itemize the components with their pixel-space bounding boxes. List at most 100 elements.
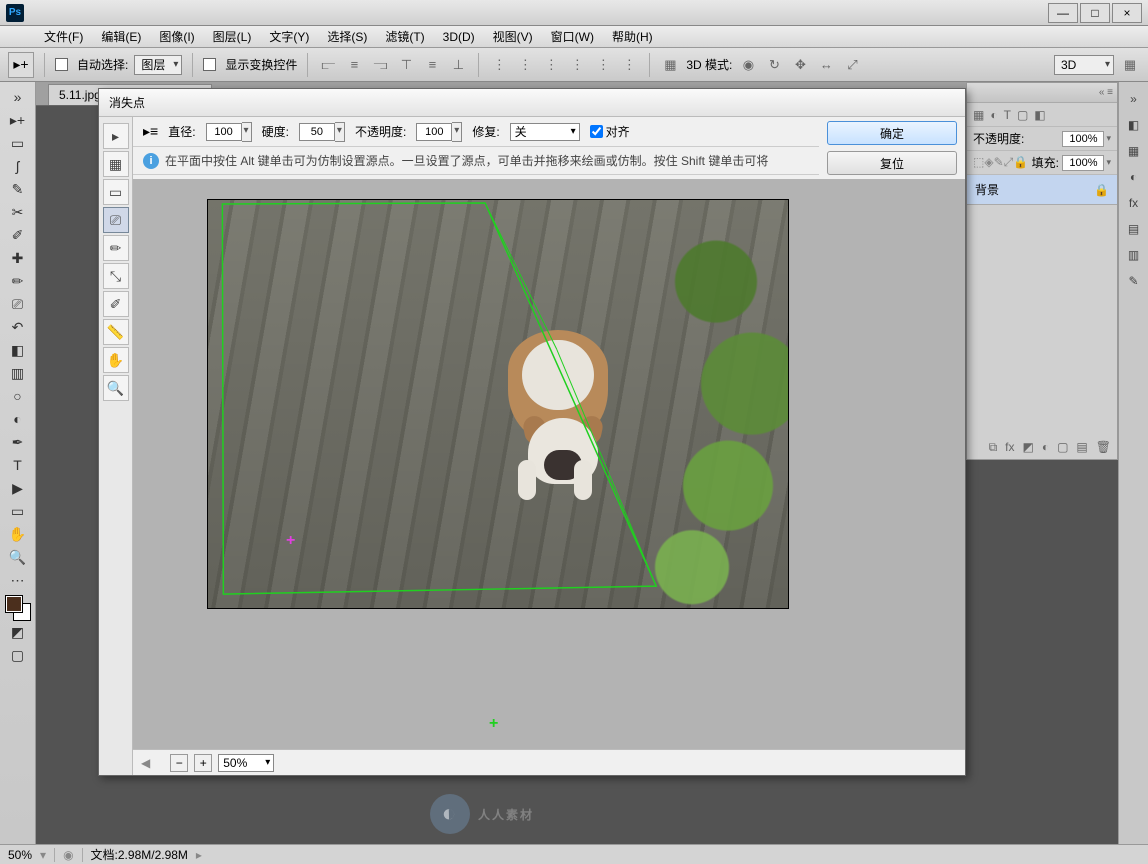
align-center-v-icon[interactable]: ≡ [422,55,442,75]
collapse-panels-icon[interactable]: » [1123,88,1145,110]
create-plane-tool[interactable]: ▦ [103,151,129,177]
3d-pan-icon[interactable]: ✥ [790,55,810,75]
close-button[interactable]: × [1112,3,1142,23]
foreground-swatch[interactable] [6,596,22,612]
brush-dlg-tool[interactable]: ✏ [103,235,129,261]
color-swatches[interactable] [6,596,30,620]
transform-dlg-tool[interactable]: ⤡ [103,263,129,289]
layers-panel-icon[interactable]: ▤ [1123,218,1145,240]
blur-tool[interactable]: ○ [5,385,31,407]
gradient-tool[interactable]: ▥ [5,362,31,384]
show-transform-checkbox[interactable] [203,58,216,71]
edit-plane-tool[interactable]: ▸ [103,123,129,149]
zoom-in-button[interactable]: + [194,754,212,772]
menu-filter[interactable]: 滤镜(T) [377,26,432,47]
channels-panel-icon[interactable]: ▥ [1123,244,1145,266]
3d-icon[interactable]: ▦ [660,55,680,75]
dodge-tool[interactable]: ◐ [5,408,31,430]
edit-toolbar-icon[interactable]: ⋯ [5,569,31,591]
type-tool[interactable]: T [5,454,31,476]
align-center-h-icon[interactable]: ≡ [344,55,364,75]
screen-mode-icon[interactable]: ▢ [5,644,31,666]
3d-roll-icon[interactable]: ↻ [764,55,784,75]
move-tool[interactable]: ▸+ [5,109,31,131]
hardness-input[interactable] [299,123,335,141]
preview-image[interactable]: + [207,199,789,609]
distribute-5-icon[interactable]: ⋮ [593,55,613,75]
quick-mask-icon[interactable]: ◩ [5,621,31,643]
color-panel-icon[interactable]: ◧ [1123,114,1145,136]
healing-tool[interactable]: ✚ [5,247,31,269]
menu-select[interactable]: 选择(S) [319,26,375,47]
filter-type-icon[interactable]: T [1004,108,1011,122]
pen-tool[interactable]: ✒ [5,431,31,453]
lock-icons[interactable]: ⬚◈✎⤢🔒 [973,155,1028,170]
crop-tool[interactable]: ✂ [5,201,31,223]
link-layers-icon[interactable]: ⧉ [989,440,998,455]
menu-image[interactable]: 图像(I) [151,26,202,47]
layer-background[interactable]: 背景 🔒 [967,175,1117,205]
zoom-out-button[interactable]: − [170,754,188,772]
3d-zoom-icon[interactable]: ⤢ [842,55,862,75]
distribute-2-icon[interactable]: ⋮ [515,55,535,75]
hand-tool[interactable]: ✋ [5,523,31,545]
fill-adjust-icon[interactable]: ◐ [1042,440,1049,454]
measure-dlg-tool[interactable]: 📏 [103,319,129,345]
menu-help[interactable]: 帮助(H) [604,26,661,47]
filter-smart-icon[interactable]: ◧ [1034,108,1045,122]
3d-orbit-icon[interactable]: ◉ [738,55,758,75]
eraser-tool[interactable]: ◧ [5,339,31,361]
new-layer-icon[interactable]: ▤ [1076,440,1087,454]
group-icon[interactable]: ▢ [1057,440,1068,454]
delete-layer-icon[interactable]: 🗑 [1096,440,1111,454]
menu-view[interactable]: 视图(V) [485,26,541,47]
align-bottom-icon[interactable]: ⊥ [448,55,468,75]
shape-tool[interactable]: ▭ [5,500,31,522]
dialog-titlebar[interactable]: 消失点 [99,89,965,117]
eyedropper-dlg-tool[interactable]: ✐ [103,291,129,317]
maximize-button[interactable]: □ [1080,3,1110,23]
reset-button[interactable]: 复位 [827,151,957,175]
styles-panel-icon[interactable]: fx [1123,192,1145,214]
heal-dropdown[interactable]: 关 [510,123,580,141]
minimize-button[interactable]: — [1048,3,1078,23]
align-checkbox[interactable] [590,125,603,138]
dialog-canvas[interactable]: + + [133,179,965,749]
menu-layer[interactable]: 图层(L) [205,26,260,47]
path-select-tool[interactable]: ▶ [5,477,31,499]
filter-pixel-icon[interactable]: ▦ [973,108,984,122]
eyedropper-tool[interactable]: ✐ [5,224,31,246]
adjustments-panel-icon[interactable]: ◐ [1123,166,1145,188]
swatches-panel-icon[interactable]: ▦ [1123,140,1145,162]
align-right-icon[interactable]: ⫎ [370,55,390,75]
status-indicator-icon[interactable]: ◉ [63,848,73,862]
scroll-left-icon[interactable]: ◀ [141,756,150,770]
stamp-dlg-tool[interactable]: ⎚ [103,207,129,233]
diameter-input[interactable] [206,123,242,141]
zoom-dlg-tool[interactable]: 🔍 [103,375,129,401]
menu-file[interactable]: 文件(F) [36,26,91,47]
workspace-icon[interactable]: ▦ [1120,55,1140,75]
hand-dlg-tool[interactable]: ✋ [103,347,129,373]
3d-mode-dropdown[interactable]: 3D [1054,55,1114,75]
menu-window[interactable]: 窗口(W) [543,26,602,47]
menu-edit[interactable]: 编辑(E) [93,26,149,47]
zoom-dropdown[interactable]: 50% [218,754,274,772]
clone-stamp-tool[interactable]: ⎚ [5,293,31,315]
filter-shape-icon[interactable]: ▢ [1017,108,1028,122]
auto-select-checkbox[interactable] [55,58,68,71]
distribute-3-icon[interactable]: ⋮ [541,55,561,75]
status-doc-size[interactable]: 文档:2.98M/2.98M [91,846,188,863]
quick-select-tool[interactable]: ✎ [5,178,31,200]
opacity-dlg-input[interactable] [416,123,452,141]
status-zoom[interactable]: 50% [8,848,32,862]
collapse-icon[interactable]: » [5,86,31,108]
plane-handle[interactable]: + [489,715,498,733]
ok-button[interactable]: 确定 [827,121,957,145]
align-top-icon[interactable]: ⊤ [396,55,416,75]
panel-header[interactable]: « ≡ [967,83,1117,103]
auto-select-dropdown[interactable]: 图层 [134,55,182,75]
fill-input[interactable] [1062,155,1104,171]
zoom-tool[interactable]: 🔍 [5,546,31,568]
menu-flyout-icon[interactable]: ▸≡ [143,123,158,140]
